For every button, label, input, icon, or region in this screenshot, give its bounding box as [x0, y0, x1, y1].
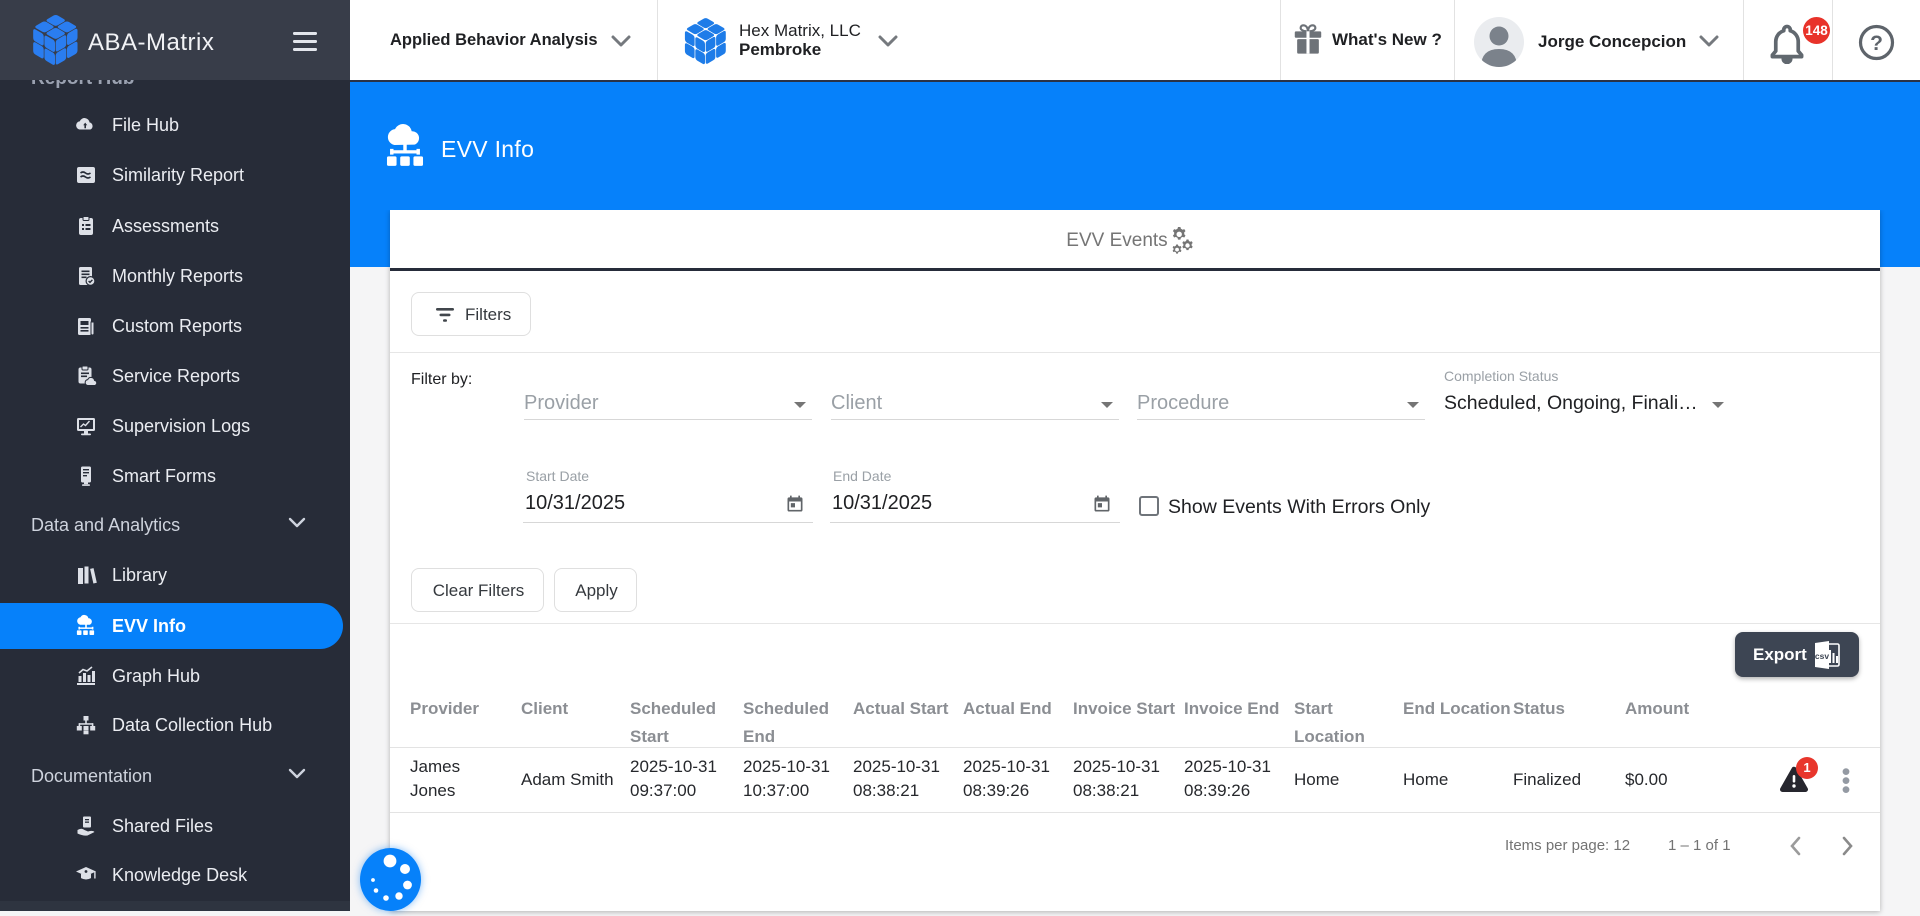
svg-text:?: ? [1870, 32, 1883, 55]
svg-text:csv: csv [1815, 651, 1829, 661]
